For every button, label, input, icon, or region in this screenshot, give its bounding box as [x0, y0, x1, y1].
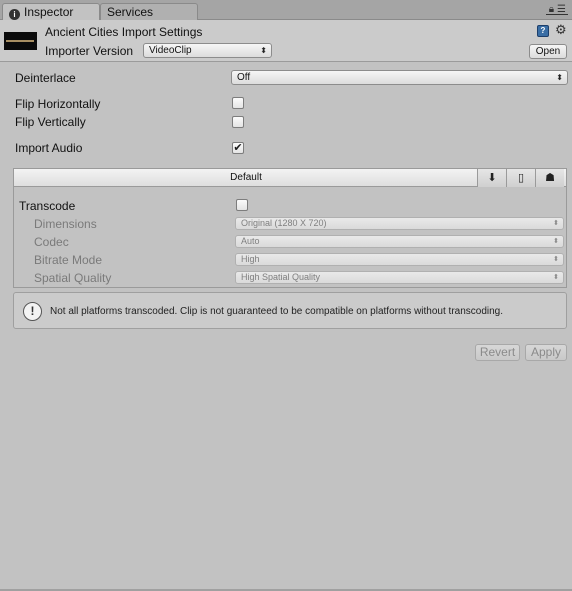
- tab-services-label: Services: [107, 5, 154, 19]
- dropdown-arrows-icon: ⬍: [553, 274, 559, 281]
- dropdown-arrows-icon: ⬍: [553, 238, 559, 245]
- platform-tabs: Default ⬇ ▯ ☗: [14, 169, 566, 187]
- dimensions-dropdown: Original (1280 X 720) ⬍: [235, 217, 564, 230]
- flip-vertically-label: Flip Vertically: [15, 115, 86, 129]
- tab-underline: [546, 14, 568, 15]
- gear-icon[interactable]: ⚙: [555, 22, 567, 38]
- warning-text: Not all platforms transcoded. Clip is no…: [50, 306, 504, 317]
- flip-vertically-checkbox[interactable]: [232, 116, 244, 128]
- warning-icon: !: [23, 302, 42, 321]
- flip-horizontally-label: Flip Horizontally: [15, 97, 101, 111]
- inspector-header: Ancient Cities Import Settings Importer …: [0, 20, 572, 62]
- transcode-label: Transcode: [19, 199, 76, 213]
- tab-services[interactable]: Services: [100, 3, 198, 20]
- importer-version-label: Importer Version: [45, 44, 134, 58]
- bitrate-mode-dropdown: High ⬍: [235, 253, 564, 266]
- ios-device-icon[interactable]: ▯: [506, 169, 535, 187]
- transcode-warning-box: ! Not all platforms transcoded. Clip is …: [13, 292, 567, 329]
- tab-default-platform[interactable]: Default: [14, 169, 478, 187]
- dropdown-arrows-icon: ⬍: [556, 73, 563, 82]
- page-title: Ancient Cities Import Settings: [45, 25, 203, 39]
- checkmark-icon: ✔: [233, 142, 243, 154]
- open-button[interactable]: Open: [529, 44, 567, 59]
- download-icon[interactable]: ⬇: [477, 169, 506, 187]
- bitrate-mode-label: Bitrate Mode: [34, 253, 103, 267]
- deinterlace-label: Deinterlace: [15, 71, 76, 85]
- spatial-quality-dropdown: High Spatial Quality ⬍: [235, 271, 564, 284]
- info-icon: i: [9, 9, 20, 20]
- revert-button[interactable]: Revert: [475, 344, 520, 361]
- importer-version-dropdown[interactable]: VideoClip ⬍: [143, 43, 272, 58]
- transcode-checkbox[interactable]: [236, 199, 248, 211]
- import-audio-label: Import Audio: [15, 141, 83, 155]
- codec-dropdown: Auto ⬍: [235, 235, 564, 248]
- import-audio-checkbox[interactable]: ✔: [232, 142, 244, 154]
- dropdown-arrows-icon: ⬍: [553, 220, 559, 227]
- spatial-quality-label: Spatial Quality: [34, 271, 112, 285]
- video-thumbnail: [4, 32, 37, 50]
- platform-settings-panel: Default ⬇ ▯ ☗ Transcode Dimensions Origi…: [13, 168, 567, 288]
- android-icon[interactable]: ☗: [535, 169, 564, 187]
- tab-inspector[interactable]: i Inspector: [2, 3, 100, 20]
- dropdown-arrows-icon: ⬍: [553, 256, 559, 263]
- dropdown-arrows-icon: ⬍: [260, 46, 267, 55]
- help-book-icon[interactable]: ?: [537, 25, 549, 37]
- codec-label: Codec: [34, 235, 69, 249]
- apply-button[interactable]: Apply: [525, 344, 567, 361]
- deinterlace-dropdown[interactable]: Off ⬍: [231, 70, 568, 85]
- dimensions-label: Dimensions: [34, 217, 97, 231]
- tab-strip: i Inspector Services 🔒︎ ☰: [0, 0, 572, 20]
- flip-horizontally-checkbox[interactable]: [232, 97, 244, 109]
- tab-inspector-label: Inspector: [24, 5, 74, 19]
